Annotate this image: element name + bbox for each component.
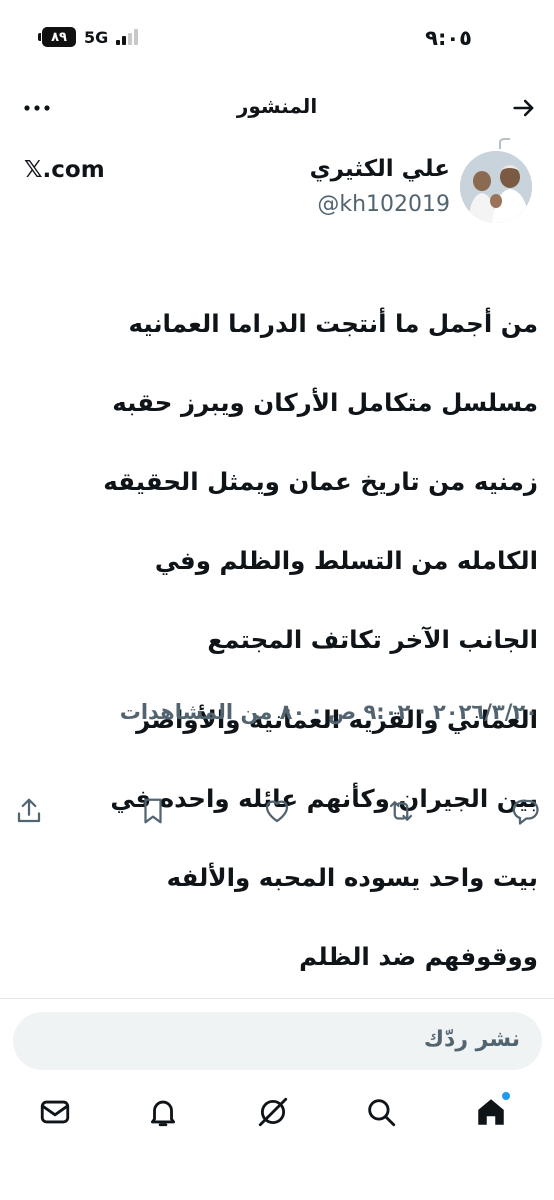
reply-icon[interactable] bbox=[510, 796, 540, 826]
post-header: المنشور bbox=[0, 80, 554, 136]
home-icon[interactable] bbox=[474, 1092, 514, 1135]
status-indicators: ٨٩ 5G bbox=[38, 27, 139, 47]
grok-icon[interactable] bbox=[256, 1095, 296, 1135]
page-title: المنشور bbox=[236, 94, 318, 118]
share-icon[interactable] bbox=[14, 796, 44, 826]
post-text-line: مسلسل متكامل الأركان ويبرز حقبه bbox=[112, 387, 538, 417]
post-text-line: ووقوفهم ضد الظلم bbox=[299, 942, 538, 972]
post-meta[interactable]: ٢٠٢٦/٣/٢٠ · ٩:٠٢ ص · ٨٠ من المشاهدات bbox=[18, 700, 538, 724]
post-text-line: بيت واحد يسوده المحبه والألفه bbox=[166, 862, 538, 892]
bookmark-icon[interactable] bbox=[138, 796, 168, 826]
action-bar bbox=[0, 796, 554, 832]
bottom-nav bbox=[0, 1092, 554, 1145]
post-text-line: من أجمل ما أنتجت الدراما العمانيه bbox=[128, 308, 538, 338]
link-icon bbox=[498, 135, 522, 151]
divider bbox=[0, 998, 554, 999]
like-icon[interactable] bbox=[262, 796, 292, 826]
repost-icon[interactable] bbox=[386, 796, 416, 826]
post-text-line: زمنيه من تاريخ عمان ويمثل الحقيقه bbox=[103, 466, 538, 496]
more-horizontal-icon[interactable] bbox=[22, 94, 52, 122]
notifications-icon[interactable] bbox=[146, 1095, 186, 1135]
author-name[interactable]: علي الكثيري bbox=[310, 156, 450, 182]
search-icon[interactable] bbox=[364, 1095, 404, 1135]
author-handle[interactable]: @kh102019 bbox=[317, 192, 450, 217]
messages-icon[interactable] bbox=[38, 1095, 78, 1135]
post-text-line: الجانب الآخر تكاتف المجتمع bbox=[207, 625, 538, 655]
signal-icon bbox=[116, 29, 139, 45]
status-bar: ٨٩ 5G ٩:٠٥ bbox=[0, 0, 554, 78]
post-text: من أجمل ما أنتجت الدراما العمانيه مسلسل … bbox=[8, 264, 538, 1016]
battery-indicator: ٨٩ bbox=[38, 27, 76, 47]
avatar[interactable] bbox=[460, 151, 532, 223]
source-label: 𝕏.com bbox=[24, 157, 105, 183]
network-type: 5G bbox=[84, 27, 109, 47]
reply-input[interactable]: نشر ردّك bbox=[13, 1012, 542, 1070]
home-indicator-area bbox=[0, 1150, 554, 1200]
clock: ٩:٠٥ bbox=[425, 26, 472, 50]
reply-placeholder: نشر ردّك bbox=[423, 1027, 520, 1052]
post-text-line: الكامله من التسلط والظلم وفي bbox=[154, 546, 538, 576]
notification-dot bbox=[502, 1092, 510, 1100]
